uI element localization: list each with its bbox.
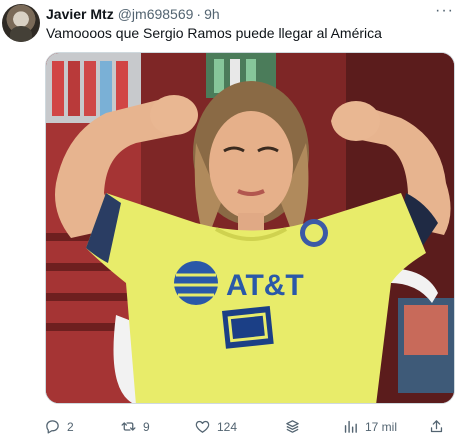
avatar[interactable] — [2, 4, 40, 42]
like-button[interactable]: 124 — [194, 418, 237, 435]
views-button[interactable]: 17 mil — [342, 418, 397, 435]
more-options-icon[interactable]: ··· — [435, 2, 454, 20]
tweet-media-image[interactable]: AT&T — [45, 52, 455, 404]
timestamp[interactable]: 9h — [204, 6, 220, 22]
tweet-text: Vamoooos que Sergio Ramos puede llegar a… — [46, 25, 382, 41]
stack-icon — [286, 420, 299, 433]
like-count: 124 — [217, 419, 238, 434]
bookmark-button[interactable] — [284, 418, 301, 435]
share-icon — [430, 420, 443, 433]
reply-button[interactable]: 2 — [44, 418, 74, 435]
heart-icon — [195, 420, 210, 433]
sponsor-logo-text: AT&T — [226, 269, 304, 302]
photo-illustration: AT&T — [46, 53, 454, 403]
tweet-actions: 2 9 124 17 mil — [44, 418, 464, 438]
reply-icon — [46, 420, 59, 434]
repost-icon — [121, 422, 136, 431]
separator-dot: · — [196, 6, 202, 22]
analytics-icon — [344, 420, 357, 433]
repost-button[interactable]: 9 — [120, 418, 150, 435]
repost-count: 9 — [143, 419, 150, 434]
views-count: 17 mil — [365, 419, 398, 434]
share-button[interactable] — [428, 418, 445, 435]
tweet: Javier Mtz @jm698569 · 9h ··· Vamoooos q… — [0, 0, 466, 443]
tweet-header: Javier Mtz @jm698569 · 9h — [46, 5, 466, 23]
reply-count: 2 — [67, 419, 74, 434]
author-handle[interactable]: @jm698569 — [118, 6, 194, 22]
author-name[interactable]: Javier Mtz — [46, 6, 114, 22]
